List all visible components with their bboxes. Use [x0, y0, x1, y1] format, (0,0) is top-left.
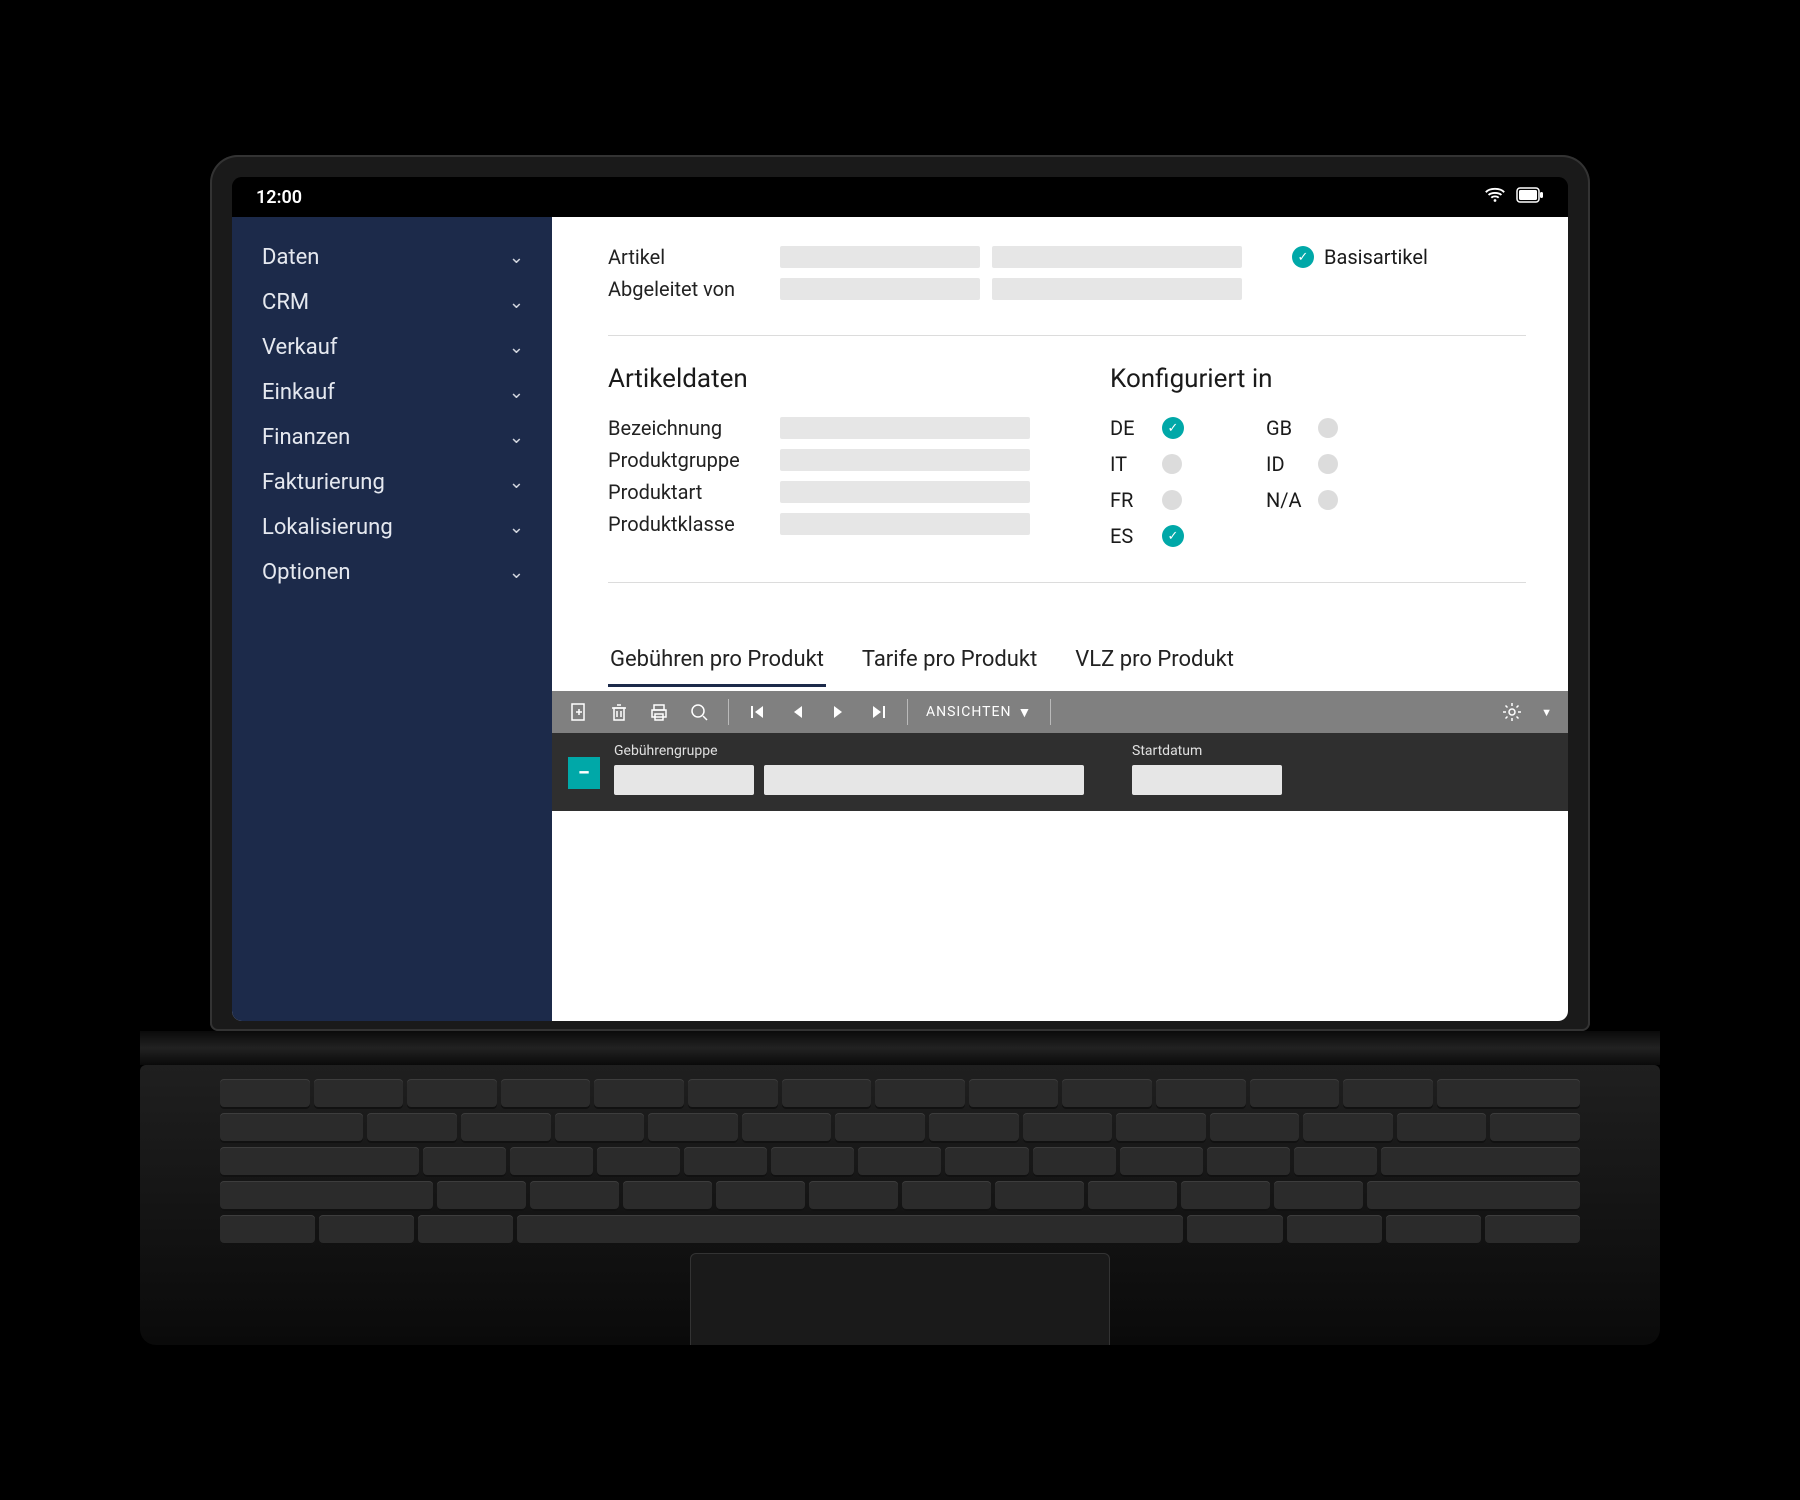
grid-toolbar: ANSICHTEN ▼ ▼ — [552, 691, 1568, 733]
sidebar-item-label: Optionen — [262, 560, 351, 585]
check-circle-icon: ✓ — [1292, 246, 1314, 268]
gebuhrengruppe-input-1[interactable] — [614, 765, 754, 795]
search-icon[interactable] — [688, 701, 710, 723]
triangle-down-icon[interactable]: ▼ — [1541, 706, 1552, 719]
country-it-check[interactable] — [1162, 454, 1182, 474]
produktgruppe-label: Produktgruppe — [608, 448, 768, 472]
country-na-check[interactable] — [1318, 490, 1338, 510]
collapse-toggle[interactable]: − — [568, 757, 600, 789]
device-status-bar: 12:00 — [232, 177, 1568, 217]
last-record-icon[interactable] — [867, 701, 889, 723]
prev-record-icon[interactable] — [787, 701, 809, 723]
chevron-down-icon: ⌄ — [509, 562, 524, 583]
next-record-icon[interactable] — [827, 701, 849, 723]
product-tabs: Gebühren pro Produkt Tarife pro Produkt … — [608, 635, 1526, 687]
artikel-label: Artikel — [608, 245, 768, 269]
sidebar-item-label: Finanzen — [262, 425, 350, 450]
sidebar-item-optionen[interactable]: Optionen ⌄ — [232, 550, 552, 595]
sidebar-item-label: CRM — [262, 290, 309, 315]
bezeichnung-label: Bezeichnung — [608, 416, 768, 440]
country-fr-check[interactable] — [1162, 490, 1182, 510]
produktart-label: Produktart — [608, 480, 768, 504]
wifi-icon — [1484, 184, 1506, 211]
chevron-down-icon: ⌄ — [509, 382, 524, 403]
tab-vlz[interactable]: VLZ pro Produkt — [1073, 635, 1236, 687]
sidebar-item-einkauf[interactable]: Einkauf ⌄ — [232, 370, 552, 415]
divider — [608, 582, 1526, 583]
produktklasse-input[interactable] — [780, 513, 1030, 535]
battery-icon — [1516, 187, 1544, 208]
country-de-label: DE — [1110, 416, 1150, 440]
konfiguriert-title: Konfiguriert in — [1110, 364, 1348, 394]
main-content: Artikel Abgeleitet von ✓ — [552, 217, 1568, 1021]
divider — [608, 335, 1526, 336]
sidebar-item-daten[interactable]: Daten ⌄ — [232, 235, 552, 280]
chevron-down-icon: ⌄ — [509, 292, 524, 313]
produktart-input[interactable] — [780, 481, 1030, 503]
gear-icon[interactable] — [1501, 701, 1523, 723]
delete-icon[interactable] — [608, 701, 630, 723]
new-record-icon[interactable] — [568, 701, 590, 723]
chevron-down-icon: ⌄ — [509, 247, 524, 268]
produktgruppe-input[interactable] — [780, 449, 1030, 471]
triangle-down-icon: ▼ — [1017, 704, 1032, 721]
country-de-check[interactable]: ✓ — [1162, 417, 1184, 439]
gebuhrengruppe-input-2[interactable] — [764, 765, 1084, 795]
produktklasse-label: Produktklasse — [608, 512, 768, 536]
chevron-down-icon: ⌄ — [509, 517, 524, 538]
artikel-input-1[interactable] — [780, 246, 980, 268]
country-es-label: ES — [1110, 524, 1150, 548]
country-id-check[interactable] — [1318, 454, 1338, 474]
sidebar-item-label: Daten — [262, 245, 319, 270]
startdatum-label: Startdatum — [1132, 743, 1282, 759]
basisartikel-indicator[interactable]: ✓ Basisartikel — [1292, 245, 1428, 269]
sidebar-item-lokalisierung[interactable]: Lokalisierung ⌄ — [232, 505, 552, 550]
sidebar-item-label: Einkauf — [262, 380, 335, 405]
print-icon[interactable] — [648, 701, 670, 723]
country-gb-label: GB — [1266, 416, 1306, 440]
sidebar-item-label: Fakturierung — [262, 470, 385, 495]
chevron-down-icon: ⌄ — [509, 472, 524, 493]
sidebar-item-label: Verkauf — [262, 335, 338, 360]
abgeleitet-input-1[interactable] — [780, 278, 980, 300]
sidebar-nav: Daten ⌄ CRM ⌄ Verkauf ⌄ Einkauf ⌄ — [232, 217, 552, 1021]
first-record-icon[interactable] — [747, 701, 769, 723]
tab-tarife[interactable]: Tarife pro Produkt — [860, 635, 1039, 687]
tab-gebuhren[interactable]: Gebühren pro Produkt — [608, 635, 826, 687]
artikel-input-2[interactable] — [992, 246, 1242, 268]
sidebar-item-fakturierung[interactable]: Fakturierung ⌄ — [232, 460, 552, 505]
country-id-label: ID — [1266, 452, 1306, 476]
abgeleitet-input-2[interactable] — [992, 278, 1242, 300]
sidebar-item-finanzen[interactable]: Finanzen ⌄ — [232, 415, 552, 460]
sidebar-item-label: Lokalisierung — [262, 515, 393, 540]
chevron-down-icon: ⌄ — [509, 427, 524, 448]
gebuhrengruppe-label: Gebührengruppe — [614, 743, 1084, 759]
chevron-down-icon: ⌄ — [509, 337, 524, 358]
sidebar-item-verkauf[interactable]: Verkauf ⌄ — [232, 325, 552, 370]
clock: 12:00 — [256, 187, 302, 208]
country-es-check[interactable]: ✓ — [1162, 525, 1184, 547]
basisartikel-label: Basisartikel — [1324, 245, 1428, 269]
abgeleitet-label: Abgeleitet von — [608, 277, 768, 301]
country-fr-label: FR — [1110, 488, 1150, 512]
country-it-label: IT — [1110, 452, 1150, 476]
sidebar-item-crm[interactable]: CRM ⌄ — [232, 280, 552, 325]
artikeldaten-title: Artikeldaten — [608, 364, 1030, 394]
grid-row: − Gebührengruppe Startdatum — [552, 733, 1568, 811]
bezeichnung-input[interactable] — [780, 417, 1030, 439]
startdatum-input[interactable] — [1132, 765, 1282, 795]
ansichten-dropdown[interactable]: ANSICHTEN ▼ — [926, 704, 1032, 721]
country-gb-check[interactable] — [1318, 418, 1338, 438]
country-na-label: N/A — [1266, 488, 1306, 512]
